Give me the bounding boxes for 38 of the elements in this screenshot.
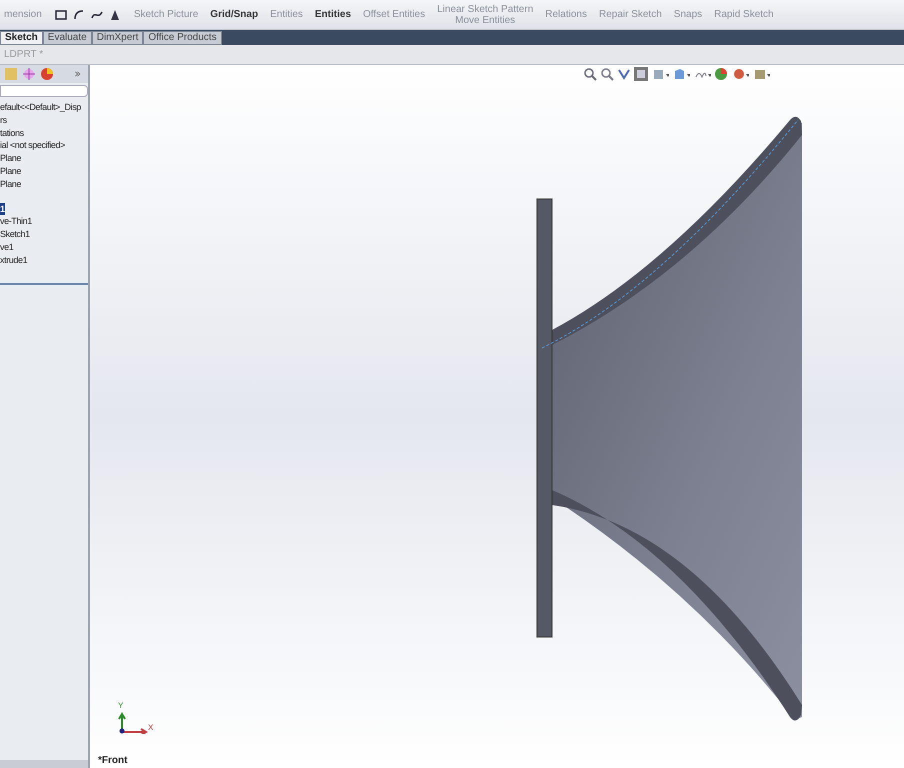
- tree-item[interactable]: xtrude1: [0, 254, 28, 267]
- appearance-icon[interactable]: [40, 67, 54, 81]
- previous-view-icon[interactable]: [617, 67, 631, 81]
- tree-item[interactable]: ve-Thin1: [0, 215, 32, 228]
- tree-item[interactable]: rs: [0, 114, 7, 127]
- axis-triad-icon: [118, 712, 148, 734]
- ribbon-tab[interactable]: DimXpert: [92, 31, 144, 45]
- ribbon-tab[interactable]: Sketch: [0, 31, 43, 45]
- arc-icon[interactable]: [72, 8, 86, 22]
- tree-item[interactable]: Plane: [0, 178, 22, 191]
- display-style-icon[interactable]: [672, 67, 690, 81]
- zoom-area-icon[interactable]: [600, 67, 614, 81]
- rectangle-icon[interactable]: [54, 8, 68, 22]
- section-view-icon[interactable]: [634, 67, 648, 81]
- tree-item[interactable]: ve1: [0, 240, 14, 254]
- tree-item[interactable]: Sketch1: [0, 228, 30, 241]
- scene-icon[interactable]: [731, 67, 749, 81]
- axis-label: X: [148, 722, 154, 734]
- ribbon-label[interactable]: Grid/Snap: [210, 9, 258, 20]
- tree-item[interactable]: ial <not specified>: [0, 139, 65, 152]
- zoom-fit-icon[interactable]: [583, 67, 597, 81]
- tree-item[interactable]: Plane: [0, 164, 22, 178]
- tree-item[interactable]: 1: [0, 202, 5, 216]
- scroll-bar[interactable]: [0, 760, 88, 768]
- crosshair-icon[interactable]: [22, 67, 36, 81]
- appearance-icon[interactable]: [714, 67, 728, 81]
- document-title: LDPRT *: [4, 48, 44, 62]
- ribbon-label[interactable]: Entities: [314, 9, 352, 20]
- tree-item[interactable]: tations: [0, 126, 24, 140]
- axis-label: Y: [118, 700, 124, 712]
- ribbon-tab[interactable]: Evaluate: [42, 31, 92, 45]
- tree-item[interactable]: efault<<Default>_Disp: [0, 101, 81, 114]
- view-name: *Front: [98, 754, 128, 768]
- view-orientation-icon[interactable]: [651, 67, 669, 81]
- view-settings-icon[interactable]: [752, 67, 770, 81]
- ribbon-tab[interactable]: Office Products: [143, 31, 222, 45]
- tree-item[interactable]: Plane: [0, 152, 22, 165]
- filter-field[interactable]: [0, 85, 88, 97]
